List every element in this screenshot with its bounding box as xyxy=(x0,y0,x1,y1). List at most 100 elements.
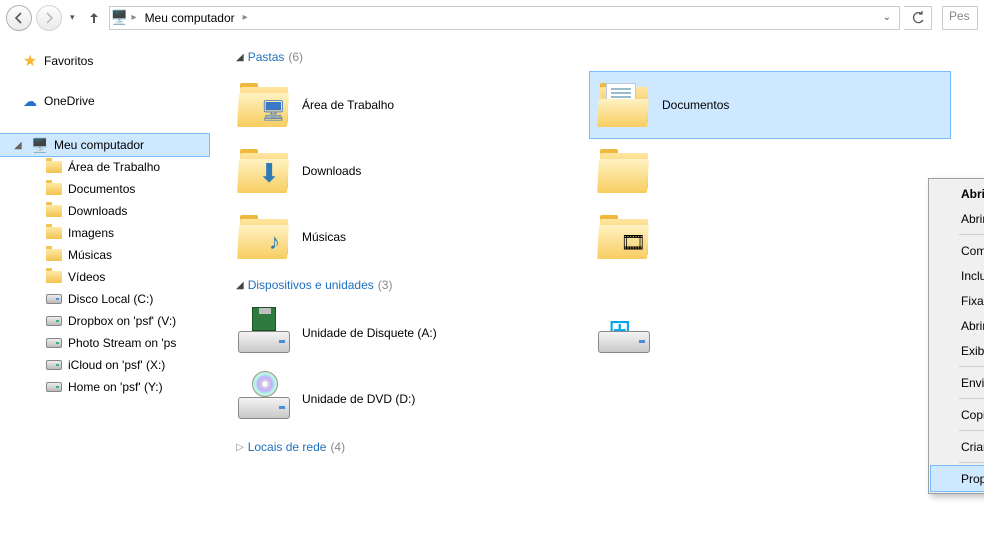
ctx-label: Fixar na Tela Inicial xyxy=(961,294,984,308)
computer-icon: 🖥️ xyxy=(112,10,128,26)
sidebar-item-label: Disco Local (C:) xyxy=(68,292,153,306)
folder-tile-hidden2[interactable]: 🎞 xyxy=(590,204,950,270)
sidebar-item-images[interactable]: Imagens xyxy=(0,222,209,244)
ctx-separator xyxy=(959,398,984,399)
context-menu: Abrir Abrir em nova janela Compartilhar … xyxy=(928,178,984,494)
toolbar: ▾ 🖥️ ▸ Meu computador ▸ ⌄ Pes xyxy=(0,0,984,36)
sidebar-item-label: Vídeos xyxy=(68,270,105,284)
sidebar-item-dropbox[interactable]: Dropbox on 'psf' (V:) xyxy=(0,310,209,332)
back-button[interactable] xyxy=(6,5,32,31)
search-input[interactable]: Pes xyxy=(942,6,978,30)
folder-icon xyxy=(46,271,62,283)
ctx-label: Propriedades xyxy=(961,472,984,486)
network-drive-icon xyxy=(46,360,62,370)
sidebar-item-documents[interactable]: Documentos xyxy=(0,178,209,200)
ctx-properties[interactable]: Propriedades xyxy=(931,466,984,491)
section-network[interactable]: ▷ Locais de rede (4) xyxy=(210,440,984,454)
sidebar-item-downloads[interactable]: Downloads xyxy=(0,200,209,222)
device-tile-floppy[interactable]: Unidade de Disquete (A:) xyxy=(230,300,590,366)
ctx-separator xyxy=(959,366,984,367)
folder-icon: 🖥 xyxy=(238,83,290,127)
ctx-open-new-window[interactable]: Abrir em nova janela xyxy=(931,206,984,231)
breadcrumb-separator[interactable]: ▸ xyxy=(128,12,141,23)
sidebar-label: Favoritos xyxy=(44,54,93,68)
sidebar-computer[interactable]: ◢ 🖥️ Meu computador xyxy=(0,134,209,156)
section-title: Locais de rede xyxy=(248,440,327,454)
ctx-show-finder[interactable]: Exibir no Finder xyxy=(931,338,984,363)
sidebar-item-home[interactable]: Home on 'psf' (Y:) xyxy=(0,376,209,398)
ctx-separator xyxy=(959,234,984,235)
network-drive-icon xyxy=(46,338,62,348)
section-title: Dispositivos e unidades xyxy=(248,278,374,292)
section-count: (3) xyxy=(378,278,393,292)
folder-tile-documents[interactable]: Documentos xyxy=(590,72,950,138)
history-dropdown[interactable]: ▾ xyxy=(66,12,79,23)
sidebar: ★ Favoritos ☁ OneDrive ◢ 🖥️ Meu computad… xyxy=(0,36,210,554)
sidebar-item-photostream[interactable]: Photo Stream on 'ps xyxy=(0,332,209,354)
up-button[interactable] xyxy=(83,7,105,29)
drive-icon xyxy=(46,294,62,304)
tile-label: Unidade de Disquete (A:) xyxy=(302,326,437,340)
folder-tile-desktop[interactable]: 🖥 Área de Trabalho xyxy=(230,72,590,138)
sidebar-favorites[interactable]: ★ Favoritos xyxy=(0,50,209,72)
folder-icon: 🎞 xyxy=(598,215,650,259)
section-count: (6) xyxy=(288,50,303,64)
folder-icon xyxy=(598,83,650,127)
folder-icon xyxy=(46,183,62,195)
folder-tile-hidden[interactable] xyxy=(590,138,950,204)
cloud-icon: ☁ xyxy=(22,93,38,109)
content-area: ◢ Pastas (6) 🖥 Área de Trabalho Document… xyxy=(210,36,984,554)
sidebar-item-label: iCloud on 'psf' (X:) xyxy=(68,358,165,372)
expand-icon[interactable]: ▷ xyxy=(236,442,244,453)
tile-label: Músicas xyxy=(302,230,346,244)
ctx-label: Copiar xyxy=(961,408,984,422)
ctx-pin-start[interactable]: Fixar na Tela Inicial xyxy=(931,288,984,313)
sidebar-item-music[interactable]: Músicas xyxy=(0,244,209,266)
section-count: (4) xyxy=(330,440,345,454)
collapse-icon[interactable]: ◢ xyxy=(236,52,244,63)
ctx-open-mac[interactable]: Abrir no Mac xyxy=(931,313,984,338)
expand-icon[interactable]: ◢ xyxy=(14,140,22,151)
ctx-create-shortcut[interactable]: Criar atalho xyxy=(931,434,984,459)
sidebar-item-label: Área de Trabalho xyxy=(68,160,160,174)
address-bar[interactable]: 🖥️ ▸ Meu computador ▸ ⌄ xyxy=(109,6,900,30)
forward-button[interactable] xyxy=(36,5,62,31)
tile-label: Área de Trabalho xyxy=(302,98,394,112)
sidebar-label: Meu computador xyxy=(54,138,144,152)
address-dropdown[interactable]: ⌄ xyxy=(877,12,897,23)
ctx-send-to[interactable]: Enviar para▶ xyxy=(931,370,984,395)
folder-icon xyxy=(46,227,62,239)
ctx-copy[interactable]: Copiar xyxy=(931,402,984,427)
sidebar-item-local-disk[interactable]: Disco Local (C:) xyxy=(0,288,209,310)
ctx-label: Exibir no Finder xyxy=(961,344,984,358)
device-tile-dvd[interactable]: Unidade de DVD (D:) xyxy=(230,366,590,432)
folder-icon xyxy=(46,161,62,173)
folder-icon xyxy=(598,149,650,193)
sidebar-item-label: Home on 'psf' (Y:) xyxy=(68,380,163,394)
collapse-icon[interactable]: ◢ xyxy=(236,280,244,291)
section-folders[interactable]: ◢ Pastas (6) xyxy=(210,50,984,64)
ctx-label: Compartilhar com xyxy=(961,244,984,258)
section-title: Pastas xyxy=(248,50,285,64)
ctx-label: Abrir em nova janela xyxy=(961,212,984,226)
floppy-drive-icon xyxy=(238,313,290,353)
sidebar-item-desktop[interactable]: Área de Trabalho xyxy=(0,156,209,178)
ctx-include-library[interactable]: Incluir na biblioteca▶ xyxy=(931,263,984,288)
sidebar-item-label: Músicas xyxy=(68,248,112,262)
network-drive-icon xyxy=(46,316,62,326)
folder-tile-music[interactable]: ♪ Músicas xyxy=(230,204,590,270)
ctx-share-with[interactable]: Compartilhar com▶ xyxy=(931,238,984,263)
sidebar-item-icloud[interactable]: iCloud on 'psf' (X:) xyxy=(0,354,209,376)
sidebar-onedrive[interactable]: ☁ OneDrive xyxy=(0,90,209,112)
device-tile-hidden[interactable]: ⊞ xyxy=(590,300,950,366)
folder-tile-downloads[interactable]: ⬇ Downloads xyxy=(230,138,590,204)
breadcrumb[interactable]: Meu computador xyxy=(141,9,239,27)
breadcrumb-separator[interactable]: ▸ xyxy=(239,12,252,23)
folder-icon: ♪ xyxy=(238,215,290,259)
sidebar-item-videos[interactable]: Vídeos xyxy=(0,266,209,288)
dvd-drive-icon xyxy=(238,379,290,419)
refresh-button[interactable] xyxy=(904,6,932,30)
ctx-open[interactable]: Abrir xyxy=(931,181,984,206)
section-devices[interactable]: ◢ Dispositivos e unidades (3) xyxy=(210,278,984,292)
tile-label: Downloads xyxy=(302,164,361,178)
